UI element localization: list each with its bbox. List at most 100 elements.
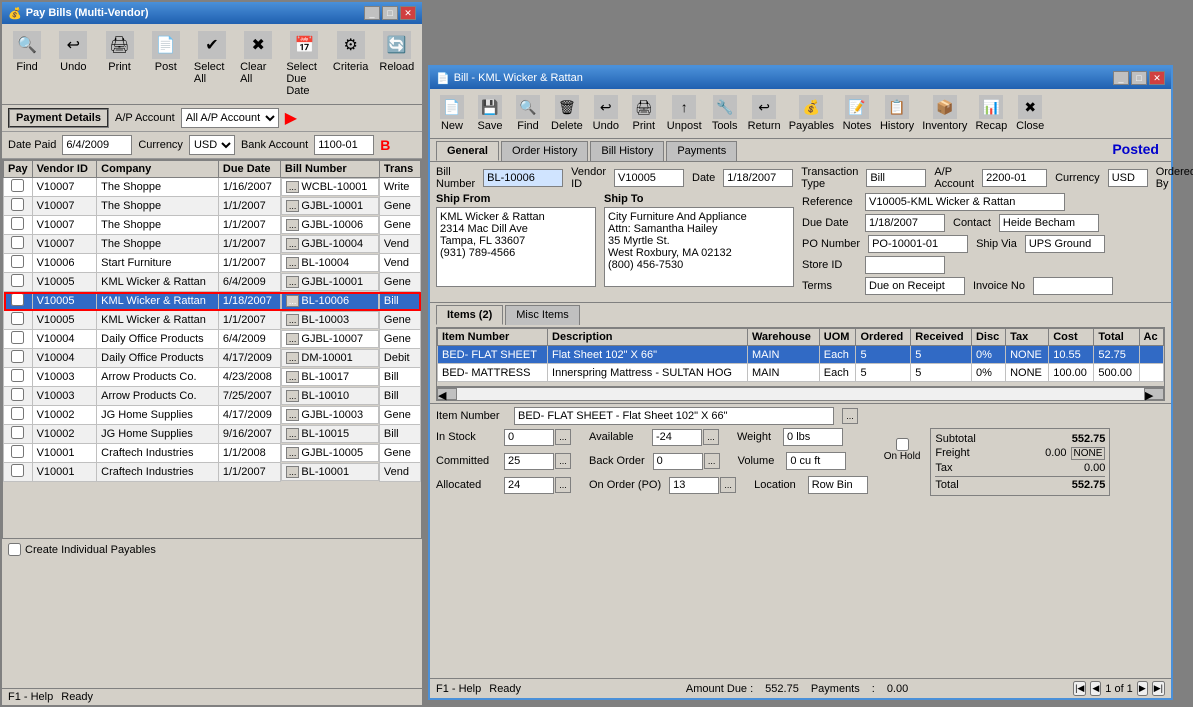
table-row[interactable]: V10007 The Shoppe 1/16/2007 ...WCBL-1000… bbox=[4, 178, 421, 197]
row-checkbox[interactable] bbox=[4, 197, 33, 216]
create-individual-label[interactable]: Create Individual Payables bbox=[8, 543, 416, 556]
row-checkbox[interactable] bbox=[4, 425, 33, 444]
bill-history-button[interactable]: 📋 History bbox=[877, 92, 917, 135]
row-checkbox[interactable] bbox=[4, 178, 33, 197]
minimize-button[interactable]: _ bbox=[364, 6, 380, 20]
back-order-browse[interactable]: ... bbox=[704, 453, 720, 469]
row-checkbox[interactable] bbox=[4, 235, 33, 254]
currency-input[interactable] bbox=[1108, 169, 1148, 187]
row-checkbox[interactable] bbox=[4, 216, 33, 235]
table-row[interactable]: V10005 KML Wicker & Rattan 1/1/2007 ...B… bbox=[4, 311, 421, 330]
close-button[interactable]: ✕ bbox=[400, 6, 416, 20]
on-order-browse[interactable]: ... bbox=[720, 477, 736, 493]
undo-button[interactable]: ↩ Undo bbox=[52, 28, 94, 100]
committed-input[interactable] bbox=[504, 453, 554, 470]
table-row[interactable]: V10006 Start Furniture 1/1/2007 ...BL-10… bbox=[4, 254, 421, 273]
items-table-row[interactable]: BED- FLAT SHEET Flat Sheet 102" X 66" MA… bbox=[438, 346, 1164, 364]
page-prev[interactable]: ◀ bbox=[1090, 681, 1101, 696]
bill-number-btn[interactable]: ... bbox=[286, 390, 300, 402]
bill-inventory-button[interactable]: 📦 Inventory bbox=[919, 92, 970, 135]
misc-items-tab[interactable]: Misc Items bbox=[505, 305, 580, 325]
items-scrollbar[interactable]: ◀ ▶ bbox=[436, 387, 1165, 401]
find-button[interactable]: 🔍 Find bbox=[6, 28, 48, 100]
date-paid-input[interactable] bbox=[62, 135, 132, 155]
available-input[interactable] bbox=[652, 429, 702, 446]
bill-find-button[interactable]: 🔍 Find bbox=[510, 92, 546, 135]
bill-number-btn[interactable]: ... bbox=[286, 447, 300, 459]
row-checkbox[interactable] bbox=[4, 368, 33, 387]
scroll-right[interactable]: ▶ bbox=[1144, 388, 1164, 400]
location-input[interactable] bbox=[808, 476, 868, 494]
items-tab[interactable]: Items (2) bbox=[436, 305, 503, 325]
bill-number-btn[interactable]: ... bbox=[286, 257, 300, 269]
item-number-browse-button[interactable]: ... bbox=[842, 408, 858, 424]
row-checkbox[interactable] bbox=[4, 311, 33, 330]
table-row[interactable]: V10007 The Shoppe 1/1/2007 ...GJBL-10004… bbox=[4, 235, 421, 254]
tab-order-history[interactable]: Order History bbox=[501, 141, 588, 161]
bill-tools-button[interactable]: 🔧 Tools bbox=[707, 92, 743, 135]
bill-number-btn[interactable]: ... bbox=[286, 333, 300, 345]
ap-account-input[interactable] bbox=[982, 169, 1047, 187]
bill-minimize-button[interactable]: _ bbox=[1113, 71, 1129, 85]
date-input[interactable] bbox=[723, 169, 793, 187]
vendor-id-input[interactable] bbox=[614, 169, 684, 187]
currency-select[interactable]: USD bbox=[189, 135, 235, 155]
bill-number-btn[interactable]: ... bbox=[286, 314, 300, 326]
bill-number-btn[interactable]: ... bbox=[286, 428, 300, 440]
table-row[interactable]: V10005 KML Wicker & Rattan 1/18/2007 ...… bbox=[4, 292, 421, 311]
tab-general[interactable]: General bbox=[436, 141, 499, 161]
bill-number-btn[interactable]: ... bbox=[286, 466, 300, 478]
maximize-button[interactable]: □ bbox=[382, 6, 398, 20]
bill-new-button[interactable]: 📄 New bbox=[434, 92, 470, 135]
bank-account-input[interactable] bbox=[314, 135, 374, 155]
po-number-input[interactable] bbox=[868, 235, 968, 253]
row-checkbox[interactable] bbox=[4, 292, 33, 311]
table-row[interactable]: V10002 JG Home Supplies 9/16/2007 ...BL-… bbox=[4, 425, 421, 444]
volume-input[interactable] bbox=[786, 452, 846, 470]
bill-number-btn[interactable]: ... bbox=[286, 371, 300, 383]
bill-unpost-button[interactable]: ↑ Unpost bbox=[664, 92, 705, 135]
table-row[interactable]: V10007 The Shoppe 1/1/2007 ...GJBL-10001… bbox=[4, 197, 421, 216]
bill-number-btn[interactable]: ... bbox=[286, 181, 300, 193]
ship-via-input[interactable] bbox=[1025, 235, 1105, 253]
page-next[interactable]: ▶ bbox=[1137, 681, 1148, 696]
table-row[interactable]: V10002 JG Home Supplies 4/17/2009 ...GJB… bbox=[4, 406, 421, 425]
bill-recap-button[interactable]: 📊 Recap bbox=[972, 92, 1010, 135]
table-row[interactable]: V10004 Daily Office Products 6/4/2009 ..… bbox=[4, 330, 421, 349]
bill-f1-help[interactable]: F1 - Help bbox=[436, 683, 481, 695]
bill-print-button[interactable]: 🖨 Print bbox=[626, 92, 662, 135]
tab-payments[interactable]: Payments bbox=[666, 141, 737, 161]
select-due-date-button[interactable]: 📅 Select Due Date bbox=[283, 28, 325, 100]
bill-number-btn[interactable]: ... bbox=[286, 352, 300, 364]
page-last[interactable]: ▶| bbox=[1152, 681, 1165, 696]
scroll-left[interactable]: ◀ bbox=[437, 388, 457, 400]
due-date-input[interactable] bbox=[865, 214, 945, 232]
table-row[interactable]: V10001 Craftech Industries 1/1/2007 ...B… bbox=[4, 463, 421, 482]
item-number-detail-input[interactable] bbox=[514, 407, 834, 425]
bill-number-btn[interactable]: ... bbox=[286, 295, 300, 307]
table-row[interactable]: V10003 Arrow Products Co. 7/25/2007 ...B… bbox=[4, 387, 421, 406]
table-row[interactable]: V10005 KML Wicker & Rattan 6/4/2009 ...G… bbox=[4, 273, 421, 292]
print-button[interactable]: 🖨 Print bbox=[98, 28, 140, 100]
row-checkbox[interactable] bbox=[4, 349, 33, 368]
row-checkbox[interactable] bbox=[4, 463, 33, 482]
bill-undo-button[interactable]: ↩ Undo bbox=[588, 92, 624, 135]
committed-browse[interactable]: ... bbox=[555, 453, 571, 469]
table-row[interactable]: V10003 Arrow Products Co. 4/23/2008 ...B… bbox=[4, 368, 421, 387]
store-id-input[interactable] bbox=[865, 256, 945, 274]
page-first[interactable]: |◀ bbox=[1073, 681, 1086, 696]
terms-input[interactable] bbox=[865, 277, 965, 295]
row-checkbox[interactable] bbox=[4, 254, 33, 273]
in-stock-browse[interactable]: ... bbox=[555, 429, 571, 445]
table-row[interactable]: V10001 Craftech Industries 1/1/2008 ...G… bbox=[4, 444, 421, 463]
reference-input[interactable] bbox=[865, 193, 1065, 211]
on-hold-checkbox[interactable] bbox=[896, 438, 909, 451]
row-checkbox[interactable] bbox=[4, 273, 33, 292]
reload-button[interactable]: 🔄 Reload bbox=[376, 28, 418, 100]
bill-notes-button[interactable]: 📝 Notes bbox=[839, 92, 875, 135]
bill-save-button[interactable]: 💾 Save bbox=[472, 92, 508, 135]
row-checkbox[interactable] bbox=[4, 387, 33, 406]
allocated-input[interactable] bbox=[504, 477, 554, 494]
clear-all-button[interactable]: ✖ Clear All bbox=[237, 28, 279, 100]
row-checkbox[interactable] bbox=[4, 444, 33, 463]
